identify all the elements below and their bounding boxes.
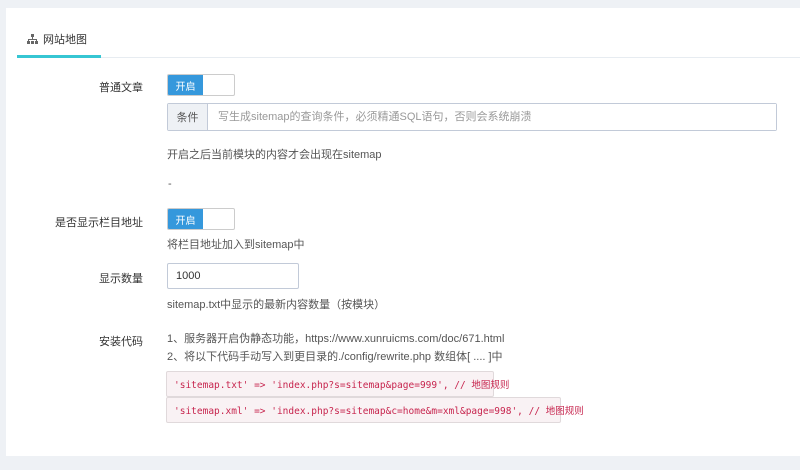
category-label: 是否显示栏目地址 xyxy=(55,217,143,229)
count-label: 显示数量 xyxy=(99,273,143,285)
install-step-1: 1、服务器开启伪静态功能，https://www.xunruicms.com/d… xyxy=(167,333,505,345)
tab-label: 网站地图 xyxy=(43,33,87,46)
code-line-txt: 'sitemap.txt' => 'index.php?s=sitemap&pa… xyxy=(166,371,509,397)
category-help: 将栏目地址加入到sitemap中 xyxy=(167,239,305,251)
count-input[interactable] xyxy=(167,263,299,289)
sitemap-icon xyxy=(27,33,38,44)
category-toggle[interactable]: 开启 xyxy=(167,208,235,230)
tab-sitemap[interactable]: 网站地图 xyxy=(17,22,101,58)
article-dash: - xyxy=(168,178,172,190)
condition-input[interactable] xyxy=(208,104,776,130)
condition-addon: 条件 xyxy=(168,104,208,130)
article-label: 普通文章 xyxy=(99,82,143,94)
install-label: 安装代码 xyxy=(99,336,143,348)
condition-input-group: 条件 xyxy=(167,103,777,131)
category-toggle-on: 开启 xyxy=(168,209,203,229)
article-toggle[interactable]: 开启 xyxy=(167,74,235,96)
code-line-xml: 'sitemap.xml' => 'index.php?s=sitemap&c=… xyxy=(166,397,584,423)
article-toggle-on: 开启 xyxy=(168,75,203,95)
install-step-2: 2、将以下代码手动写入到更目录的./config/rewrite.php 数组体… xyxy=(167,351,503,363)
article-help: 开启之后当前模块的内容才会出现在sitemap xyxy=(167,149,382,161)
count-help: sitemap.txt中显示的最新内容数量（按模块） xyxy=(167,299,386,311)
tab-bar: 网站地图 xyxy=(17,22,800,58)
